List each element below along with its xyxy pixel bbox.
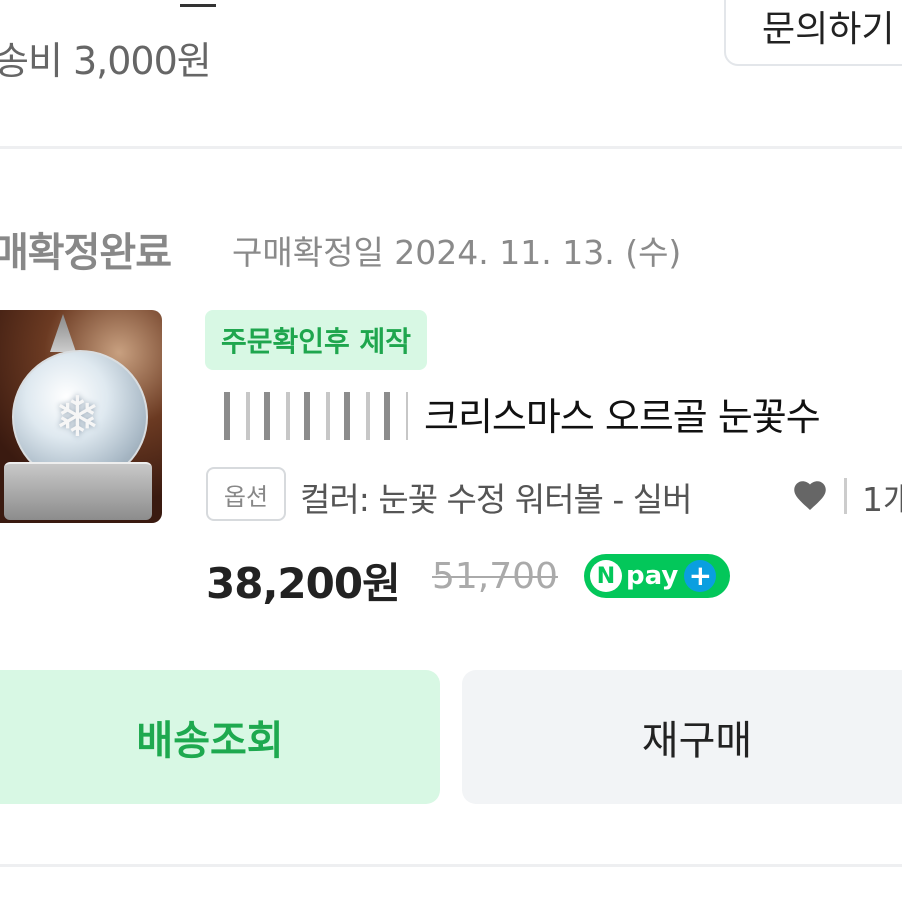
quantity: 1개	[862, 480, 902, 519]
rebuy-label: 재구매	[641, 718, 753, 764]
plus-icon: +	[684, 560, 717, 592]
badge-label: 주문확인후 제작	[221, 325, 412, 358]
snowflake-icon: ❄	[54, 385, 101, 450]
sale-price: 38,200원	[206, 559, 401, 608]
divider	[0, 146, 902, 149]
made-to-order-badge: 주문확인후 제작	[205, 310, 428, 370]
rebuy-button[interactable]: 재구매	[462, 670, 902, 804]
purchase-confirm-date: 구매확정일 2024. 11. 13. (수)	[232, 233, 682, 272]
separator	[844, 478, 847, 514]
npay-n-icon: N	[590, 560, 622, 592]
product-name[interactable]: 크리스마스 오르골 눈꽃수	[424, 386, 821, 441]
option-chip: 옵션	[206, 467, 286, 521]
track-delivery-button[interactable]: 배송조회	[0, 670, 440, 804]
globe-base	[4, 462, 152, 520]
option-chip-label: 옵션	[223, 482, 269, 511]
inquiry-button[interactable]: 문의하기	[724, 0, 902, 66]
track-delivery-label: 배송조회	[136, 718, 284, 764]
divider	[0, 864, 902, 867]
heart-icon	[794, 481, 826, 510]
order-status: 매확정완료	[0, 230, 172, 276]
product-thumbnail[interactable]: ❄	[0, 310, 162, 523]
npay-text: pay	[626, 561, 679, 591]
npay-logo: N pay +	[584, 554, 730, 598]
masked-text	[210, 392, 408, 440]
original-price: 51,700	[432, 556, 558, 597]
cut-off-text	[180, 0, 216, 7]
shipping-fee: 송비 3,000원	[0, 39, 212, 83]
tree-topper	[50, 314, 76, 352]
inquiry-label: 문의하기	[762, 9, 895, 50]
option-value: 컬러: 눈꽃 수정 워터볼 - 실버	[300, 480, 692, 519]
